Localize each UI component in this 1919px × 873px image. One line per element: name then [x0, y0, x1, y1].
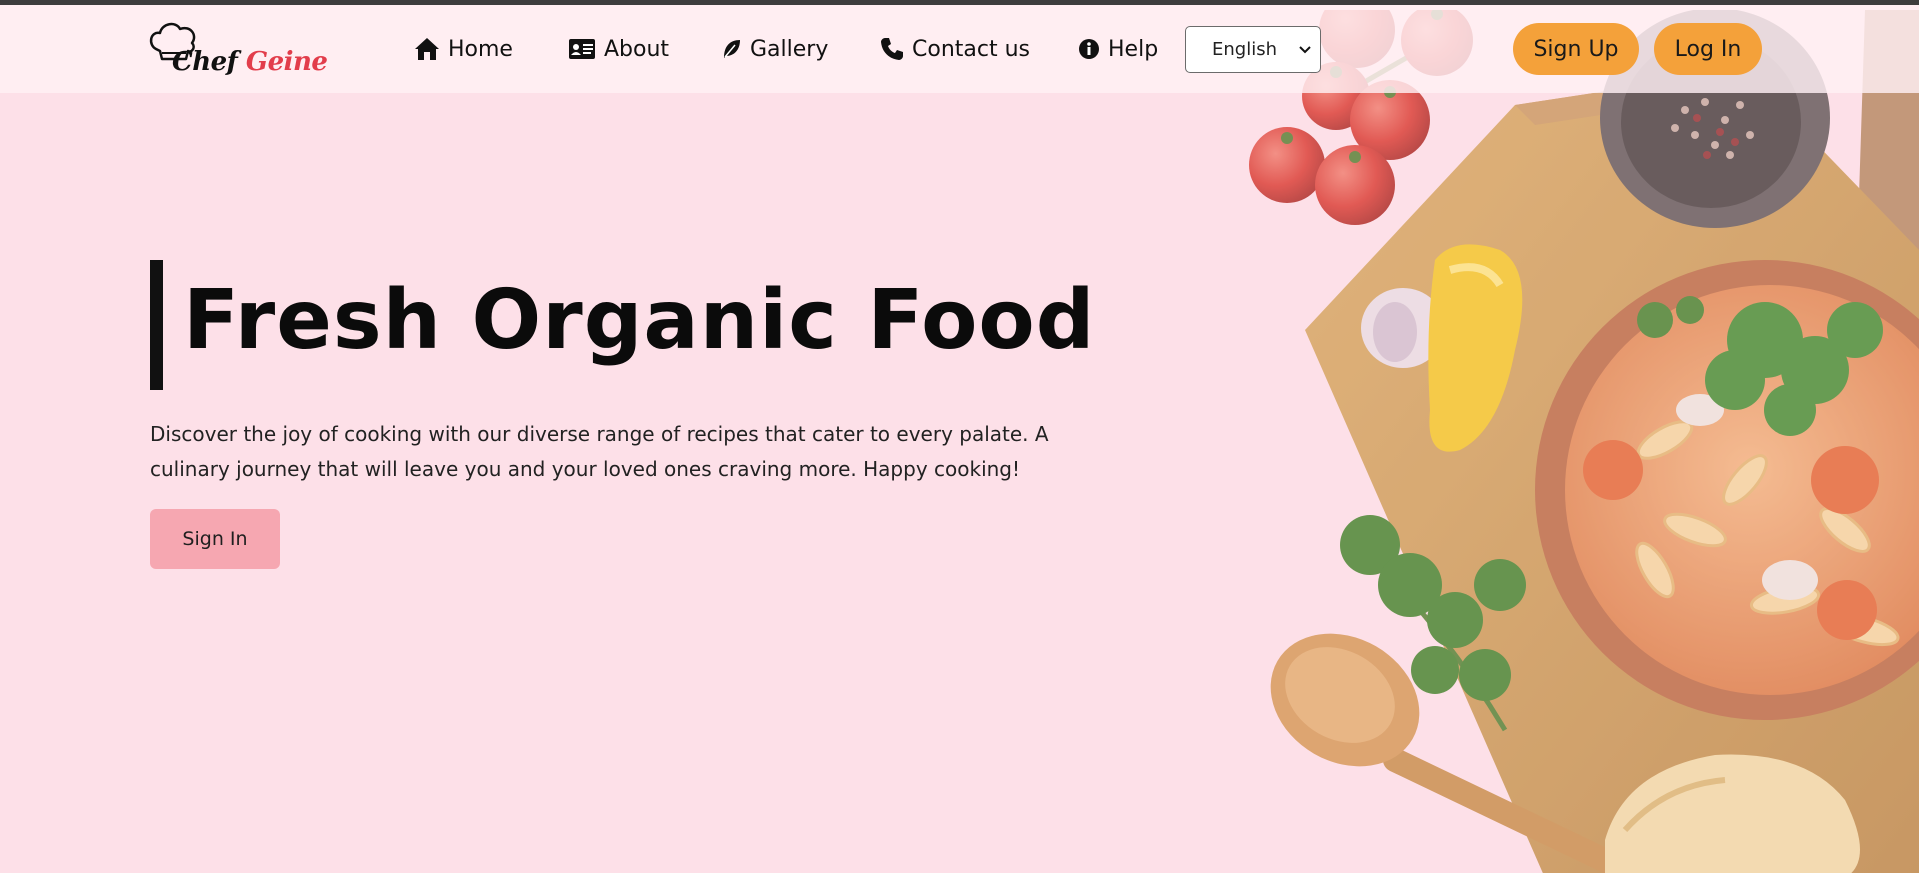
- nav-contact-label: Contact us: [912, 36, 1030, 62]
- home-icon: [415, 38, 439, 60]
- brand-name-chef: Chef: [172, 47, 238, 77]
- nav-gallery-label: Gallery: [750, 36, 829, 62]
- nav-about[interactable]: About: [568, 5, 669, 93]
- phone-icon: [881, 38, 903, 60]
- brand-logo[interactable]: Chef Geine: [148, 19, 328, 85]
- brand-name-geine: Geine: [245, 47, 328, 77]
- language-select[interactable]: English: [1185, 26, 1321, 73]
- chevron-down-icon: [1299, 45, 1311, 53]
- hero-title: Fresh Organic Food: [183, 273, 1096, 368]
- nav-help[interactable]: Help: [1078, 5, 1158, 93]
- nav-gallery[interactable]: Gallery: [722, 5, 828, 93]
- log-in-button[interactable]: Log In: [1654, 23, 1762, 75]
- language-selected: English: [1212, 39, 1277, 60]
- hero-description: Discover the joy of cooking with our div…: [150, 422, 1049, 481]
- nav-about-label: About: [604, 36, 670, 62]
- food-hero-image: [1245, 10, 1919, 873]
- sign-up-button[interactable]: Sign Up: [1513, 23, 1639, 75]
- hero-accent-bar: [150, 260, 163, 390]
- nav-contact[interactable]: Contact us: [880, 5, 1030, 93]
- info-icon: [1079, 39, 1099, 59]
- nav-home-label: Home: [448, 36, 513, 62]
- nav-help-label: Help: [1108, 36, 1159, 62]
- sign-in-button[interactable]: Sign In: [150, 509, 280, 569]
- navbar: Chef Geine Home About Gallery Contact us…: [0, 5, 1919, 93]
- browser-top-strip: [0, 0, 1919, 5]
- id-card-icon: [569, 39, 595, 59]
- landing-page: Chef Geine Home About Gallery Contact us…: [0, 5, 1919, 873]
- leaf-icon: [724, 40, 740, 58]
- nav-home[interactable]: Home: [414, 5, 513, 93]
